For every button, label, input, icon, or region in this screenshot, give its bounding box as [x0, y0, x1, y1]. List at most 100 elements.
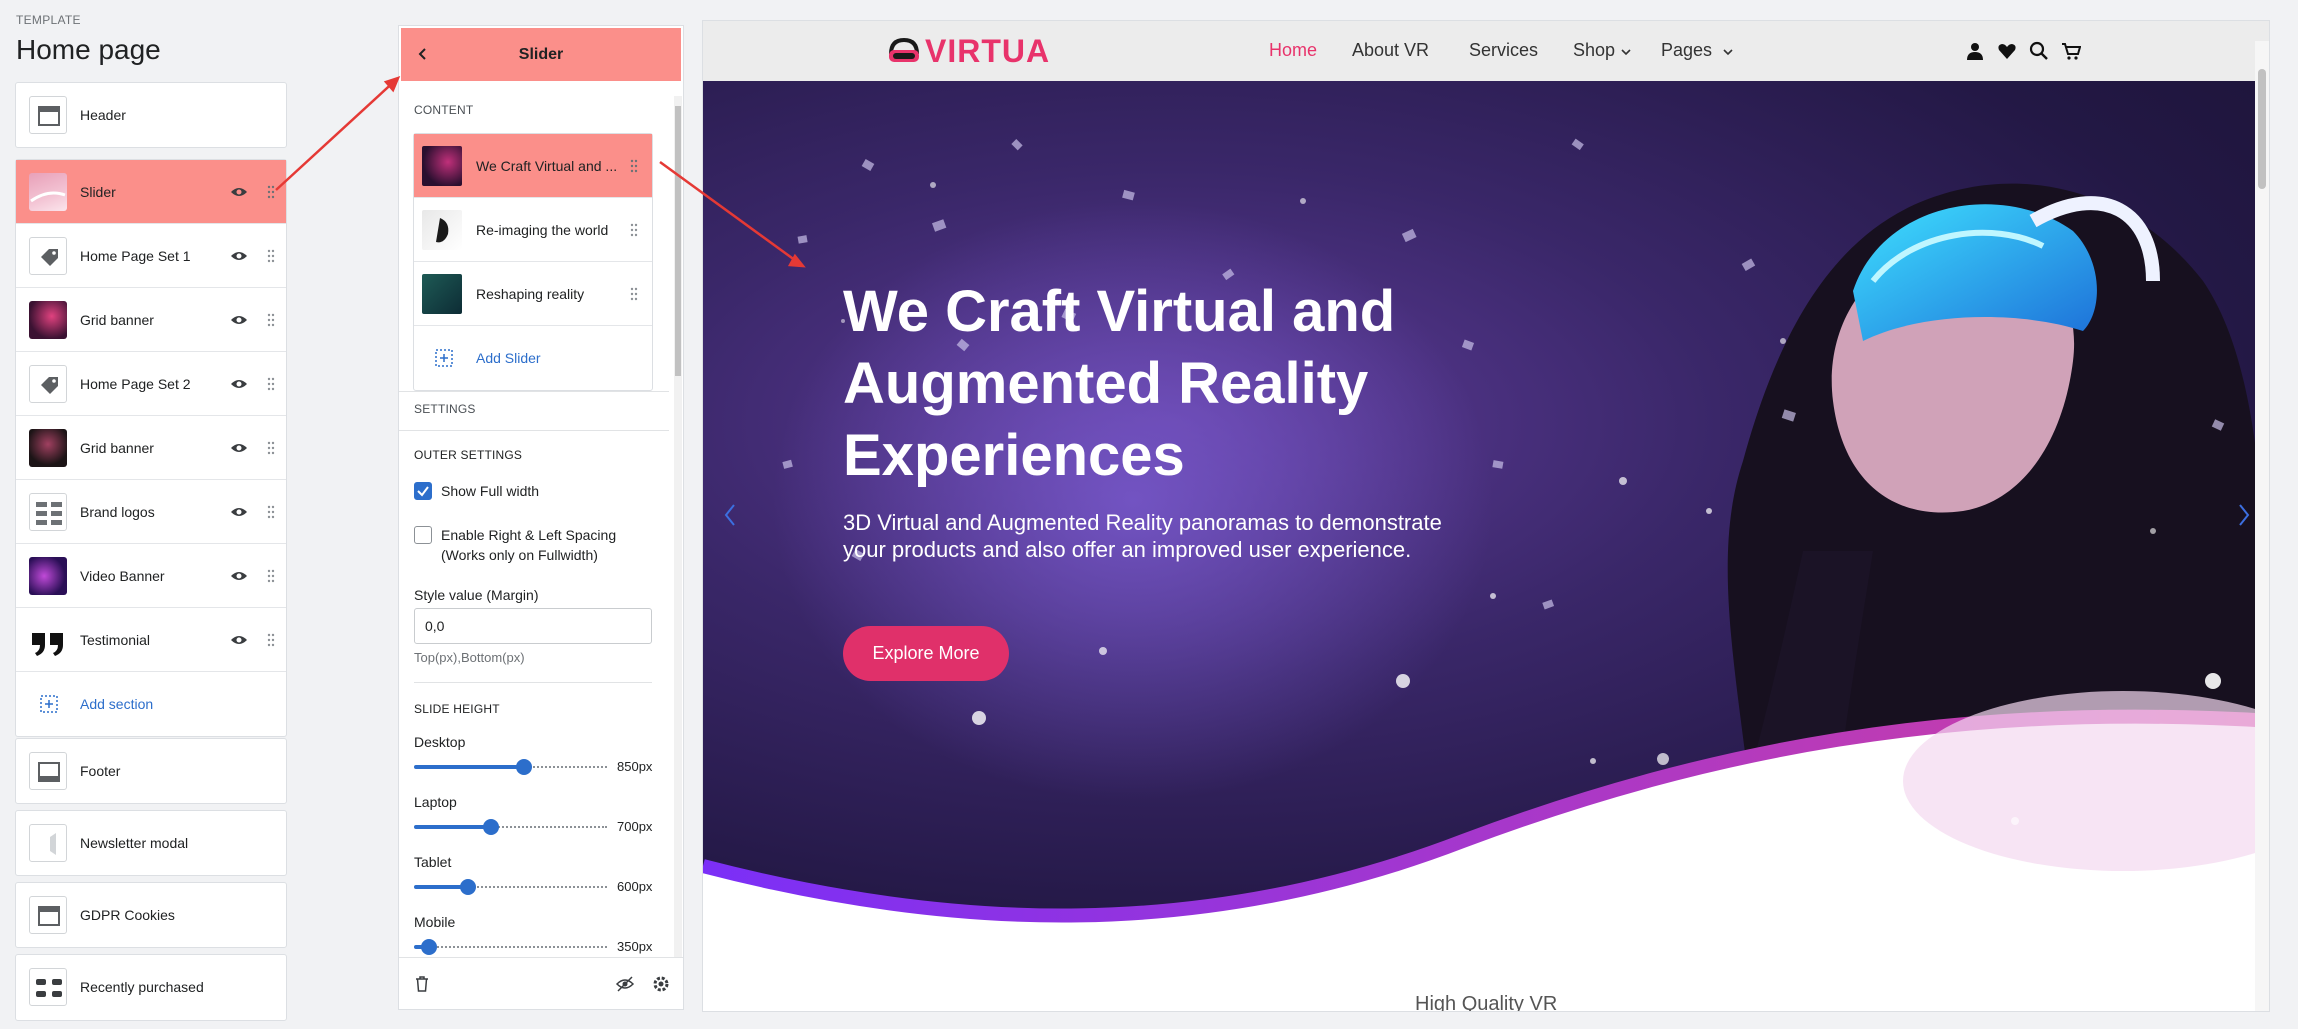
spacing-checkbox[interactable] — [414, 526, 432, 544]
nav-services[interactable]: Services — [1469, 40, 1538, 61]
style-value-hint: Top(px),Bottom(px) — [414, 650, 525, 665]
slider-knob[interactable] — [460, 879, 477, 895]
eye-icon[interactable] — [230, 186, 248, 198]
mobile-label: Mobile — [414, 914, 456, 930]
scrollbar-thumb[interactable] — [2258, 69, 2266, 189]
eye-icon[interactable] — [230, 506, 248, 518]
section-label: Testimonial — [80, 631, 151, 648]
nav-about-vr[interactable]: About VR — [1352, 40, 1429, 61]
user-icon[interactable] — [1965, 41, 1985, 61]
gear-icon[interactable] — [651, 974, 671, 994]
next-section-heading: High Quality VR — [1415, 993, 1558, 1012]
spacing-label: Enable Right & Left Spacing — [441, 527, 617, 543]
drag-handle-icon[interactable] — [267, 313, 275, 327]
show-full-width-checkbox[interactable] — [414, 482, 432, 500]
section-item-home-page-set-2[interactable]: Home Page Set 2 — [16, 352, 286, 416]
add-slider-label: Add Slider — [476, 350, 541, 366]
section-label: Footer — [80, 763, 121, 779]
preview-scrollbar[interactable] — [2255, 41, 2269, 1011]
back-icon[interactable] — [416, 45, 430, 63]
nav-home[interactable]: Home — [1269, 40, 1317, 61]
eye-icon[interactable] — [230, 634, 248, 646]
section-item-grid-banner[interactable]: Grid banner — [16, 288, 286, 352]
trash-icon[interactable] — [415, 976, 429, 992]
drag-handle-icon[interactable] — [630, 159, 638, 173]
section-item-grid-banner[interactable]: Grid banner — [16, 416, 286, 480]
quote-icon — [29, 620, 67, 659]
drag-handle-icon[interactable] — [267, 185, 275, 199]
panel-footer — [399, 957, 683, 1009]
nav-shop[interactable]: Shop — [1573, 40, 1615, 61]
section-label: GDPR Cookies — [80, 907, 175, 923]
site-header: VIRTUA Home About VR Services Shop Pages — [703, 21, 2269, 81]
block-thumb-icon — [422, 273, 462, 314]
newsletter-group: Newsletter modal — [15, 810, 287, 876]
hero-subtext: 3D Virtual and Augmented Reality panoram… — [843, 510, 1442, 562]
explore-more-button[interactable]: Explore More — [843, 626, 1009, 681]
section-item-recently-purchased[interactable]: Recently purchased — [16, 955, 286, 1019]
chevron-down-icon — [1621, 49, 1631, 56]
tablet-slider[interactable] — [414, 879, 607, 895]
drag-handle-icon[interactable] — [630, 287, 638, 301]
block-item[interactable]: Reshaping reality — [414, 262, 652, 326]
grid-banner-thumb-icon — [29, 300, 67, 339]
slider-knob[interactable] — [516, 759, 532, 775]
desktop-value: 850px — [617, 759, 653, 774]
site-logo[interactable]: VIRTUA — [887, 33, 1050, 69]
mobile-slider[interactable] — [414, 939, 607, 955]
section-label: Slider — [80, 183, 116, 200]
drag-handle-icon[interactable] — [267, 633, 275, 647]
laptop-value: 700px — [617, 819, 653, 834]
scrollbar-thumb[interactable] — [675, 106, 681, 376]
drag-handle-icon[interactable] — [267, 249, 275, 263]
block-item[interactable]: Re-imaging the world — [414, 198, 652, 262]
search-icon[interactable] — [2029, 41, 2049, 61]
section-label: Recently purchased — [80, 979, 204, 995]
block-item[interactable]: We Craft Virtual and ... — [414, 134, 652, 198]
content-caption: CONTENT — [414, 103, 474, 117]
panel-header: Slider — [401, 28, 681, 81]
eye-icon[interactable] — [230, 378, 248, 390]
section-label: Home Page Set 2 — [80, 375, 191, 392]
section-item-footer[interactable]: Footer — [16, 739, 286, 803]
desktop-slider[interactable] — [414, 759, 607, 775]
eye-icon[interactable] — [230, 314, 248, 326]
slider-knob[interactable] — [421, 939, 438, 955]
eye-off-icon[interactable] — [615, 975, 635, 993]
drag-handle-icon[interactable] — [267, 569, 275, 583]
recently-purchased-thumb-icon — [29, 968, 67, 1006]
nav-pages[interactable]: Pages — [1661, 40, 1712, 61]
spacing-note: (Works only on Fullwidth) — [441, 547, 598, 563]
heart-icon[interactable] — [1997, 41, 2017, 61]
section-item-slider[interactable]: Slider — [16, 160, 286, 224]
laptop-slider[interactable] — [414, 819, 607, 835]
add-section-button[interactable]: Add section — [16, 672, 286, 736]
hero-next-arrow-icon[interactable] — [2235, 501, 2253, 529]
section-item-gdpr-cookies[interactable]: GDPR Cookies — [16, 883, 286, 947]
hero-prev-arrow-icon[interactable] — [721, 501, 739, 529]
eye-icon[interactable] — [230, 570, 248, 582]
section-item-home-page-set-1[interactable]: Home Page Set 1 — [16, 224, 286, 288]
drag-handle-icon[interactable] — [267, 377, 275, 391]
mobile-value: 350px — [617, 939, 653, 954]
section-item-brand-logos[interactable]: Brand logos — [16, 480, 286, 544]
section-sidebar: TEMPLATE Home page Header Slider Home Pa… — [0, 0, 298, 1029]
video-banner-thumb-icon — [29, 556, 67, 595]
drag-handle-icon[interactable] — [267, 505, 275, 519]
eye-icon[interactable] — [230, 442, 248, 454]
slider-knob[interactable] — [483, 819, 500, 835]
eye-icon[interactable] — [230, 250, 248, 262]
slider-blocks-list: We Craft Virtual and ... Re-imaging the … — [413, 133, 653, 391]
section-item-header[interactable]: Header — [16, 83, 286, 147]
cart-icon[interactable] — [2061, 41, 2081, 61]
drag-handle-icon[interactable] — [267, 441, 275, 455]
drag-handle-icon[interactable] — [630, 223, 638, 237]
section-item-testimonial[interactable]: Testimonial — [16, 608, 286, 672]
section-item-video-banner[interactable]: Video Banner — [16, 544, 286, 608]
panel-scrollbar[interactable] — [674, 96, 682, 966]
brand-logos-thumb-icon — [29, 492, 67, 531]
block-thumb-icon — [422, 209, 462, 250]
style-value-input[interactable]: 0,0 — [414, 608, 652, 644]
section-item-newsletter-modal[interactable]: Newsletter modal — [16, 811, 286, 875]
add-slider-button[interactable]: Add Slider — [414, 326, 652, 390]
